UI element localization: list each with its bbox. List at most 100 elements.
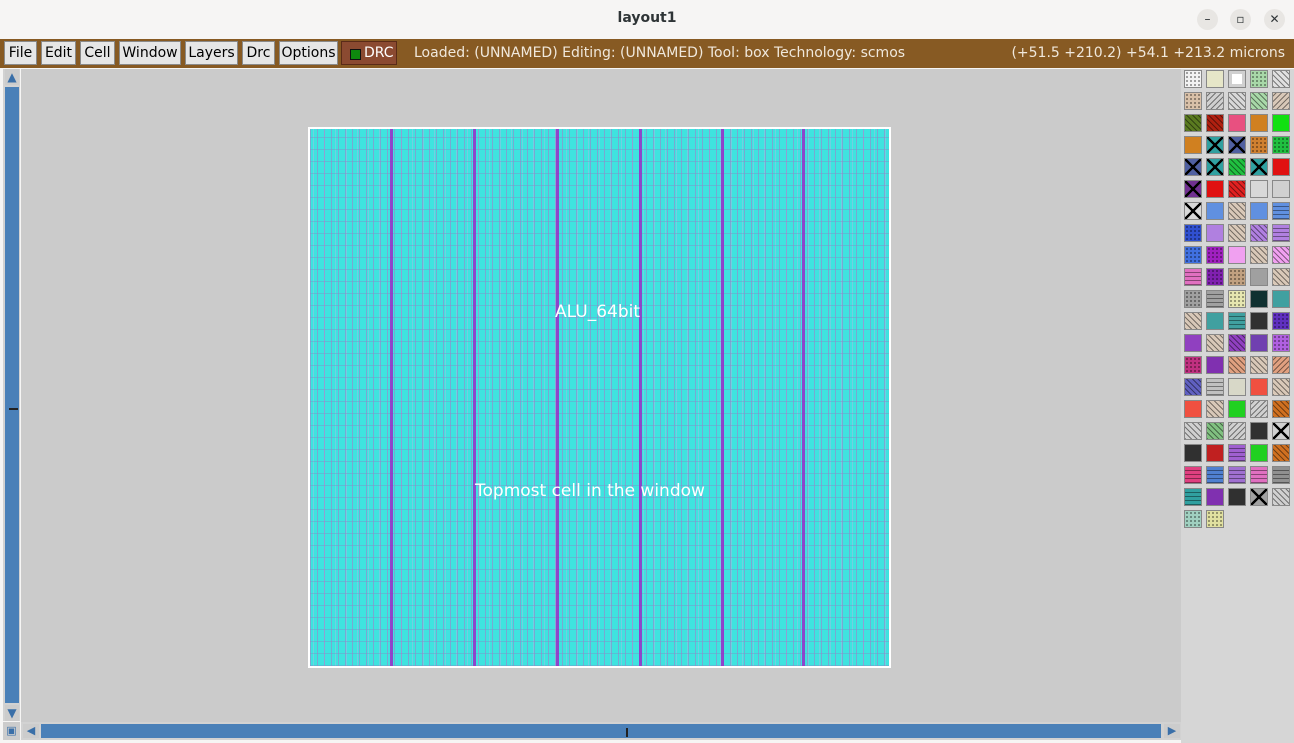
layer-swatch-icon[interactable] [1206, 180, 1224, 198]
menu-window[interactable]: Window [119, 41, 181, 65]
layer-swatch-icon[interactable] [1272, 92, 1290, 110]
arrow-up-icon[interactable]: ▲ [5, 69, 19, 85]
layer-swatch-icon[interactable] [1228, 400, 1246, 418]
layer-swatch-icon[interactable] [1250, 488, 1268, 506]
layer-swatch-icon[interactable] [1228, 290, 1246, 308]
layer-swatch-icon[interactable] [1250, 466, 1268, 484]
layer-swatch-icon[interactable] [1228, 114, 1246, 132]
layer-swatch-icon[interactable] [1184, 356, 1202, 374]
layer-swatch-icon[interactable] [1272, 136, 1290, 154]
layer-swatch-icon[interactable] [1250, 70, 1268, 88]
layer-swatch-icon[interactable] [1184, 290, 1202, 308]
layer-swatch-icon[interactable] [1184, 136, 1202, 154]
layer-swatch-icon[interactable] [1228, 246, 1246, 264]
layer-swatch-icon[interactable] [1206, 400, 1224, 418]
layer-swatch-icon[interactable] [1250, 422, 1268, 440]
layer-swatch-icon[interactable] [1206, 312, 1224, 330]
layer-swatch-icon[interactable] [1228, 202, 1246, 220]
layer-swatch-icon[interactable] [1206, 114, 1224, 132]
layer-swatch-icon[interactable] [1272, 422, 1290, 440]
layer-swatch-icon[interactable] [1184, 312, 1202, 330]
layer-swatch-icon[interactable] [1250, 92, 1268, 110]
layer-swatch-icon[interactable] [1184, 114, 1202, 132]
layer-swatch-icon[interactable] [1250, 224, 1268, 242]
layer-swatch-icon[interactable] [1250, 180, 1268, 198]
layer-swatch-icon[interactable] [1272, 444, 1290, 462]
layer-swatch-icon[interactable] [1206, 488, 1224, 506]
layer-swatch-icon[interactable] [1228, 488, 1246, 506]
layer-swatch-icon[interactable] [1250, 334, 1268, 352]
layer-swatch-icon[interactable] [1228, 466, 1246, 484]
layer-swatch-icon[interactable] [1206, 290, 1224, 308]
zoom-box-icon[interactable]: ▣ [3, 722, 20, 740]
layer-swatch-icon[interactable] [1250, 444, 1268, 462]
layer-swatch-icon[interactable] [1206, 466, 1224, 484]
menu-layers[interactable]: Layers [185, 41, 238, 65]
layer-swatch-icon[interactable] [1272, 224, 1290, 242]
layer-swatch-icon[interactable] [1272, 202, 1290, 220]
layer-swatch-icon[interactable] [1206, 510, 1224, 528]
horizontal-scrollbar[interactable]: ◀ ▶ [21, 722, 1184, 740]
layer-swatch-icon[interactable] [1184, 422, 1202, 440]
layer-swatch-icon[interactable] [1206, 444, 1224, 462]
layer-swatch-icon[interactable] [1184, 70, 1202, 88]
layer-swatch-icon[interactable] [1184, 378, 1202, 396]
layer-swatch-icon[interactable] [1206, 136, 1224, 154]
layer-swatch-icon[interactable] [1228, 136, 1246, 154]
layer-swatch-icon[interactable] [1250, 290, 1268, 308]
minimize-button[interactable]: – [1197, 9, 1218, 30]
layer-swatch-icon[interactable] [1250, 136, 1268, 154]
layer-swatch-icon[interactable] [1184, 334, 1202, 352]
layer-swatch-icon[interactable] [1272, 290, 1290, 308]
cell-layout[interactable] [308, 127, 891, 668]
layer-swatch-icon[interactable] [1250, 158, 1268, 176]
layer-swatch-icon[interactable] [1228, 92, 1246, 110]
layer-swatch-icon[interactable] [1250, 114, 1268, 132]
layer-swatch-icon[interactable] [1250, 312, 1268, 330]
layer-swatch-icon[interactable] [1272, 246, 1290, 264]
layer-swatch-icon[interactable] [1206, 70, 1224, 88]
layer-swatch-icon[interactable] [1272, 488, 1290, 506]
menu-drc[interactable]: Drc [242, 41, 275, 65]
layer-swatch-icon[interactable] [1272, 466, 1290, 484]
layer-swatch-icon[interactable] [1206, 246, 1224, 264]
layer-swatch-icon[interactable] [1184, 92, 1202, 110]
layer-swatch-icon[interactable] [1184, 246, 1202, 264]
layer-swatch-icon[interactable] [1206, 422, 1224, 440]
layer-swatch-icon[interactable] [1272, 378, 1290, 396]
layer-swatch-icon[interactable] [1184, 158, 1202, 176]
menu-edit[interactable]: Edit [41, 41, 76, 65]
layer-swatch-icon[interactable] [1272, 356, 1290, 374]
layer-swatch-icon[interactable] [1228, 312, 1246, 330]
layer-swatch-icon[interactable] [1184, 400, 1202, 418]
drc-button[interactable]: DRC [341, 41, 397, 65]
layer-swatch-icon[interactable] [1184, 510, 1202, 528]
layer-swatch-icon[interactable] [1228, 422, 1246, 440]
layer-swatch-icon[interactable] [1272, 114, 1290, 132]
layer-swatch-icon[interactable] [1250, 246, 1268, 264]
layer-swatch-icon[interactable] [1184, 268, 1202, 286]
layer-swatch-icon[interactable] [1228, 334, 1246, 352]
menu-file[interactable]: File [4, 41, 37, 65]
layer-swatch-icon[interactable] [1206, 268, 1224, 286]
layer-swatch-icon[interactable] [1228, 224, 1246, 242]
layer-swatch-icon[interactable] [1272, 268, 1290, 286]
layer-swatch-icon[interactable] [1250, 202, 1268, 220]
vertical-scrollbar[interactable]: ▲ ▼ [3, 69, 20, 721]
layer-swatch-icon[interactable] [1250, 378, 1268, 396]
layer-swatch-icon[interactable] [1228, 444, 1246, 462]
layer-swatch-icon[interactable] [1206, 378, 1224, 396]
layer-swatch-icon[interactable] [1250, 268, 1268, 286]
layer-swatch-icon[interactable] [1228, 158, 1246, 176]
layer-swatch-icon[interactable] [1272, 70, 1290, 88]
layer-swatch-icon[interactable] [1206, 356, 1224, 374]
layer-swatch-icon[interactable] [1228, 70, 1246, 88]
layer-swatch-icon[interactable] [1184, 180, 1202, 198]
layer-swatch-icon[interactable] [1250, 356, 1268, 374]
maximize-button[interactable]: ▫ [1230, 9, 1251, 30]
layer-swatch-icon[interactable] [1228, 356, 1246, 374]
layer-swatch-icon[interactable] [1206, 158, 1224, 176]
layer-swatch-icon[interactable] [1206, 224, 1224, 242]
layer-swatch-icon[interactable] [1184, 466, 1202, 484]
layer-swatch-icon[interactable] [1272, 334, 1290, 352]
